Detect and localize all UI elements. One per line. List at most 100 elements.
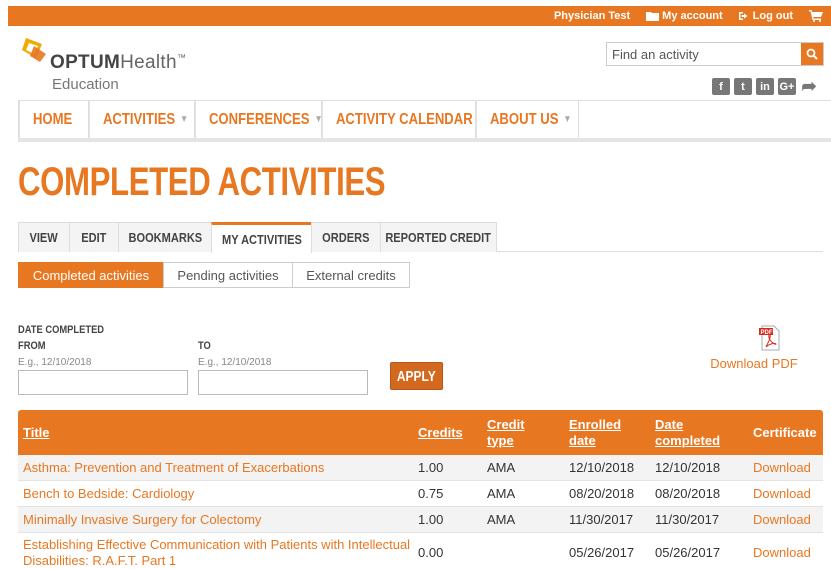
credits-value: 1.00 xyxy=(418,460,444,475)
tab-my-activities[interactable]: MY ACTIVITIES xyxy=(211,222,312,253)
completed-date-value: 12/10/2018 xyxy=(655,460,721,475)
col-enrolled-label-2: date xyxy=(569,432,596,448)
tab-bookmarks[interactable]: BOOKMARKS xyxy=(118,222,212,252)
from-date-input[interactable] xyxy=(18,370,188,395)
col-enrolled-label-1: Enrolled xyxy=(569,416,622,432)
brand-optum: OPTUM xyxy=(50,52,121,73)
col-title[interactable]: Title xyxy=(18,425,413,441)
tab-reported-credit-label: REPORTED CREDIT xyxy=(385,230,492,245)
linkedin-icon[interactable]: in xyxy=(756,78,774,95)
col-date-completed[interactable]: Date completed xyxy=(650,417,748,449)
credit-type-value: AMA xyxy=(487,460,516,475)
col-credit-type-label-2: type xyxy=(487,432,514,448)
facebook-icon[interactable]: f xyxy=(712,78,730,95)
nav-home[interactable]: HOME xyxy=(18,101,88,138)
brand-name: OPTUMHealth™ xyxy=(50,52,186,74)
completed-activities-table: Title Credits Credit type Enrolled date Da… xyxy=(18,410,823,569)
cart-link[interactable] xyxy=(809,10,823,22)
brand-health: Health xyxy=(120,52,177,73)
tab-bookmarks-label: BOOKMARKS xyxy=(128,230,202,245)
credits-value: 0.00 xyxy=(418,545,444,560)
completed-date-value: 11/30/2017 xyxy=(655,512,720,527)
subtab-external-label: External credits xyxy=(306,267,396,283)
col-certificate-label: Certificate xyxy=(753,424,817,440)
to-date-input[interactable] xyxy=(198,370,368,395)
col-credit-type-label-1: Credit xyxy=(487,416,525,432)
enrolled-date-value: 11/30/2017 xyxy=(569,512,634,527)
subtab-pending-label: Pending activities xyxy=(177,267,279,283)
enrolled-date-value: 05/26/2017 xyxy=(569,545,635,560)
subtab-pending[interactable]: Pending activities xyxy=(163,262,293,288)
google-plus-icon[interactable]: G+ xyxy=(778,78,796,95)
download-certificate-link[interactable]: Download xyxy=(748,486,823,501)
search-button[interactable] xyxy=(801,43,823,65)
chevron-down-icon: ▼ xyxy=(563,114,572,125)
nav-activities[interactable]: ACTIVITIES ▼ xyxy=(88,101,194,138)
col-title-label: Title xyxy=(23,424,50,440)
download-certificate-link[interactable]: Download xyxy=(748,512,823,527)
pdf-file-icon: PDF xyxy=(759,325,780,351)
col-credit-type[interactable]: Credit type xyxy=(482,417,564,449)
activity-title-link[interactable]: Bench to Bedside: Cardiology xyxy=(18,486,413,502)
tab-edit[interactable]: EDIT xyxy=(69,222,119,252)
download-certificate-link[interactable]: Download xyxy=(748,460,823,475)
tab-view[interactable]: VIEW xyxy=(18,222,70,252)
activity-title-link[interactable]: Establishing Effective Communication wit… xyxy=(18,537,413,569)
my-account-label: My account xyxy=(662,10,723,22)
nav-home-label: HOME xyxy=(32,110,73,128)
credits-value: 1.00 xyxy=(418,512,444,527)
col-completed-label-1: Date xyxy=(655,416,684,432)
subtab-external[interactable]: External credits xyxy=(292,262,410,288)
table-body: Asthma: Prevention and Treatment of Exac… xyxy=(18,455,823,569)
nav-activity-calendar[interactable]: ACTIVITY CALENDAR xyxy=(321,101,475,138)
activity-title-link[interactable]: Minimally Invasive Surgery for Colectomy xyxy=(18,512,413,528)
subtab-completed[interactable]: Completed activities xyxy=(18,262,164,288)
share-icon[interactable]: ➦ xyxy=(800,76,818,96)
completed-date-value: 08/20/2018 xyxy=(655,486,721,501)
to-label: TO xyxy=(198,340,211,352)
credits-value: 0.75 xyxy=(418,486,444,501)
account-tabs: VIEW EDIT BOOKMARKS MY ACTIVITIES ORDERS… xyxy=(18,222,823,253)
from-label: FROM xyxy=(18,340,46,352)
credit-type-value: AMA xyxy=(487,512,516,527)
tab-orders-label: ORDERS xyxy=(322,230,370,245)
folder-icon xyxy=(646,12,660,21)
col-enrolled-date[interactable]: Enrolled date xyxy=(564,417,650,449)
table-header: Title Credits Credit type Enrolled date Da… xyxy=(18,410,823,455)
utility-bar: Physician Test My account Log out xyxy=(8,6,831,26)
download-pdf[interactable]: PDF Download PDF xyxy=(704,325,804,371)
pdf-icon-text: PDF xyxy=(761,330,773,336)
my-account-link[interactable]: My account xyxy=(646,10,723,22)
activity-subtabs: Completed activities Pending activities … xyxy=(18,262,410,288)
to-hint: E.g., 12/10/2018 xyxy=(198,357,272,368)
nav-about-label: ABOUT US xyxy=(489,110,559,128)
col-credits-label: Credits xyxy=(418,424,463,440)
activity-title-link[interactable]: Asthma: Prevention and Treatment of Exac… xyxy=(18,460,413,476)
download-certificate-link[interactable]: Download xyxy=(748,545,823,560)
nav-conferences[interactable]: CONFERENCES ▼ xyxy=(194,101,323,138)
tab-reported-credit[interactable]: REPORTED CREDIT xyxy=(380,222,497,252)
nav-about-us[interactable]: ABOUT US ▼ xyxy=(475,101,579,138)
tab-view-label: VIEW xyxy=(29,230,59,245)
nav-calendar-label: ACTIVITY CALENDAR xyxy=(335,110,473,128)
logout-link[interactable]: Log out xyxy=(738,10,793,22)
from-hint: E.g., 12/10/2018 xyxy=(18,357,92,368)
search-input[interactable] xyxy=(607,43,801,65)
nav-conferences-label: CONFERENCES xyxy=(208,110,310,128)
subtab-completed-label: Completed activities xyxy=(32,267,150,283)
col-credits[interactable]: Credits xyxy=(413,425,482,441)
tab-orders[interactable]: ORDERS xyxy=(311,222,381,252)
download-pdf-link[interactable]: Download PDF xyxy=(704,356,804,371)
table-row: Minimally Invasive Surgery for Colectomy… xyxy=(18,507,823,533)
logout-label: Log out xyxy=(752,10,793,22)
brand-education: Education xyxy=(52,76,119,93)
apply-button[interactable]: APPLY xyxy=(390,362,443,390)
credit-type-value: AMA xyxy=(487,486,516,501)
tab-my-activities-label: MY ACTIVITIES xyxy=(221,231,302,247)
user-name: Physician Test xyxy=(553,10,631,22)
search-icon xyxy=(806,48,818,60)
tab-edit-label: EDIT xyxy=(81,230,107,245)
twitter-icon[interactable]: t xyxy=(734,78,752,95)
table-row: Establishing Effective Communication wit… xyxy=(18,533,823,569)
user-name-link[interactable]: Physician Test xyxy=(554,10,630,22)
